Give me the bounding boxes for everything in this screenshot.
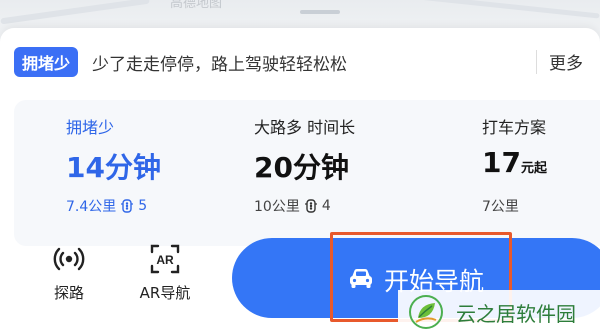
map-road xyxy=(0,0,150,25)
leaf-logo-icon xyxy=(409,295,443,329)
route-time: 14分钟 xyxy=(66,151,161,184)
route-tip-banner[interactable]: 拥堵少 少了走走停停，路上驾驶轻轻松松 更多 xyxy=(0,40,600,84)
taxi-price-value: 17 xyxy=(482,146,521,179)
probe-route-label: 探路 xyxy=(53,284,84,302)
ar-scan-icon: AR xyxy=(148,242,182,276)
watermark-text: 云之居软件园 xyxy=(456,301,576,326)
route-option-main-roads[interactable]: 大路多 时间长 20分钟 10公里 4 xyxy=(214,100,424,246)
taxi-price: 17元起 xyxy=(482,146,547,179)
traffic-light-icon xyxy=(304,199,317,213)
route-distance: 7公里 xyxy=(482,199,519,215)
ar-navigation-button[interactable]: AR AR导航 xyxy=(130,242,200,312)
route-lights: 4 xyxy=(321,198,331,214)
site-watermark: 云之居软件园 xyxy=(398,290,600,334)
map-watermark: 高德地图 xyxy=(170,0,223,11)
divider xyxy=(536,50,537,74)
ar-icon-text: AR xyxy=(156,253,174,267)
signal-radar-icon xyxy=(52,242,86,276)
route-option-less-congestion[interactable]: 拥堵少 14分钟 7.4公里 5 xyxy=(14,100,214,246)
map-road xyxy=(300,10,340,14)
route-time: 20分钟 xyxy=(254,151,349,184)
route-tag: 大路多 时间长 xyxy=(254,118,356,137)
route-lights: 5 xyxy=(138,198,148,214)
tip-text: 少了走走停停，路上驾驶轻轻松松 xyxy=(92,54,348,75)
route-options: 拥堵少 14分钟 7.4公里 5 大路多 时间长 20分钟 10公里 4 打车方… xyxy=(14,100,600,246)
traffic-light-icon xyxy=(121,199,134,213)
probe-route-button[interactable]: 探路 xyxy=(34,242,104,312)
route-tag: 打车方案 xyxy=(482,118,547,137)
route-tag: 拥堵少 xyxy=(66,118,115,137)
tip-badge: 拥堵少 xyxy=(14,47,79,77)
route-distance: 10公里 xyxy=(254,199,300,215)
map-road xyxy=(380,0,600,19)
route-meta: 7公里 xyxy=(482,196,519,216)
route-option-taxi[interactable]: 打车方案 17元起 7公里 xyxy=(424,100,600,246)
route-meta: 7.4公里 5 xyxy=(66,196,147,216)
ar-navigation-label: AR导航 xyxy=(139,284,191,302)
route-meta: 10公里 4 xyxy=(254,196,331,216)
route-distance: 7.4公里 xyxy=(66,199,117,215)
more-button[interactable]: 更多 xyxy=(549,49,583,74)
taxi-price-suffix: 元起 xyxy=(520,161,547,176)
